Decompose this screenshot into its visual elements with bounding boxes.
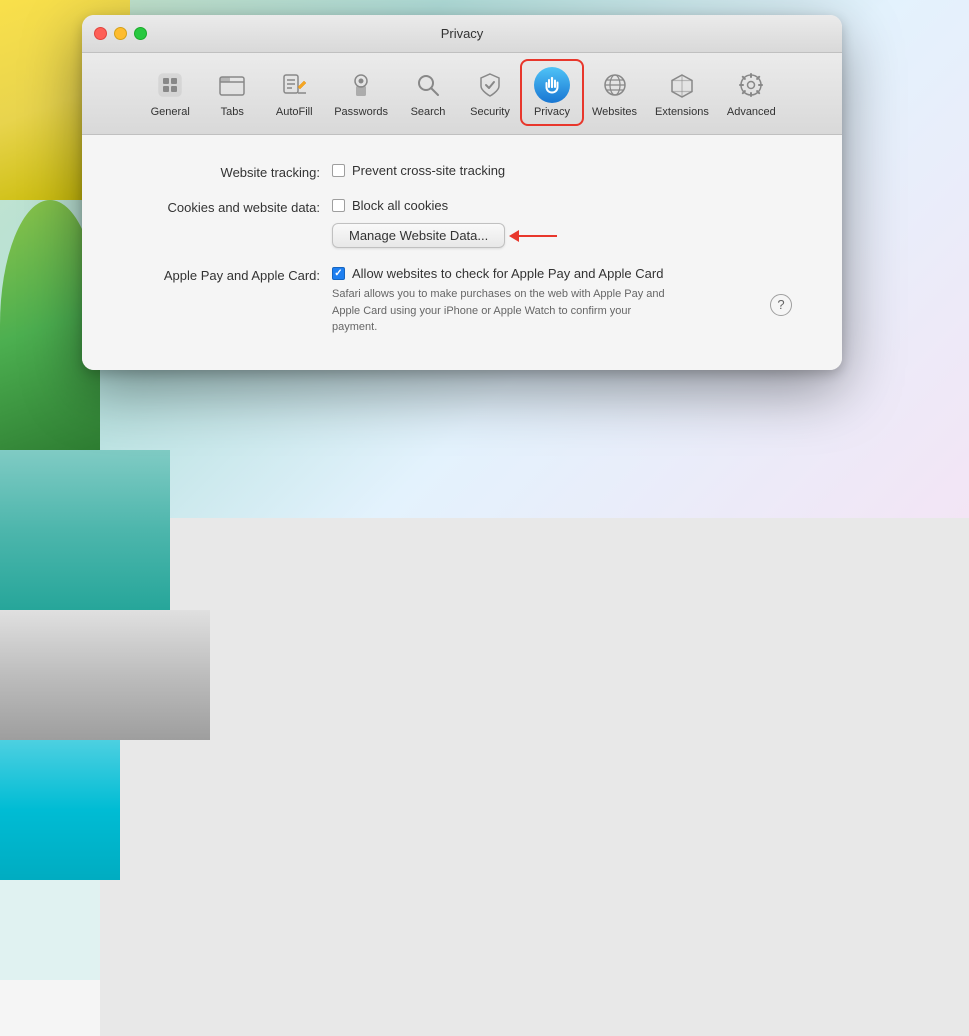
content-area: Website tracking: Prevent cross-site tra… <box>82 135 842 370</box>
block-cookies-label: Block all cookies <box>352 198 448 213</box>
bg-grid-top <box>0 880 100 980</box>
extensions-icon <box>664 67 700 103</box>
extensions-label: Extensions <box>655 106 709 118</box>
window-title: Privacy <box>441 26 484 41</box>
toolbar-item-autofill[interactable]: AutoFill <box>264 61 324 124</box>
title-bar: Privacy <box>82 15 842 53</box>
autofill-icon <box>276 67 312 103</box>
arrow-indicator <box>517 235 557 237</box>
close-button[interactable] <box>94 27 107 40</box>
cookies-controls: Block all cookies Manage Website Data... <box>332 198 557 248</box>
privacy-label: Privacy <box>534 106 570 118</box>
toolbar-item-websites[interactable]: Websites <box>584 61 645 124</box>
passwords-icon <box>343 67 379 103</box>
website-tracking-label: Website tracking: <box>112 163 332 180</box>
advanced-icon <box>733 67 769 103</box>
toolbar-item-security[interactable]: Security <box>460 61 520 124</box>
toolbar-item-advanced[interactable]: Advanced <box>719 61 784 124</box>
search-label: Search <box>411 106 446 118</box>
apple-pay-label: Apple Pay and Apple Card: <box>112 266 332 283</box>
apple-pay-checkbox-label: Allow websites to check for Apple Pay an… <box>352 266 663 281</box>
websites-icon <box>597 67 633 103</box>
security-icon <box>472 67 508 103</box>
bg-grid-bottom <box>0 980 100 1036</box>
apple-pay-checkbox-row: Allow websites to check for Apple Pay an… <box>332 266 672 281</box>
toolbar-item-extensions[interactable]: Extensions <box>647 61 717 124</box>
apple-pay-checkbox[interactable] <box>332 267 345 280</box>
prevent-tracking-checkbox[interactable] <box>332 164 345 177</box>
apple-pay-description: Safari allows you to make purchases on t… <box>332 286 672 336</box>
websites-label: Websites <box>592 106 637 118</box>
passwords-label: Passwords <box>334 106 388 118</box>
prevent-tracking-row: Prevent cross-site tracking <box>332 163 505 178</box>
toolbar-item-passwords[interactable]: Passwords <box>326 61 396 124</box>
bg-photo-keyboard <box>0 610 210 740</box>
manage-website-data-button[interactable]: Manage Website Data... <box>332 223 505 248</box>
preferences-window: Privacy General <box>82 15 842 370</box>
content-wrapper: Website tracking: Prevent cross-site tra… <box>112 163 812 336</box>
search-icon <box>410 67 446 103</box>
privacy-icon <box>534 67 570 103</box>
general-icon <box>152 67 188 103</box>
maximize-button[interactable] <box>134 27 147 40</box>
apple-pay-row: Apple Pay and Apple Card: Allow websites… <box>112 266 812 336</box>
bg-photo-teal-person <box>0 740 120 880</box>
security-label: Security <box>470 106 510 118</box>
help-button[interactable]: ? <box>770 294 792 316</box>
toolbar-item-search[interactable]: Search <box>398 61 458 124</box>
cookies-label: Cookies and website data: <box>112 198 332 215</box>
toolbar-item-privacy[interactable]: Privacy <box>522 61 582 124</box>
minimize-button[interactable] <box>114 27 127 40</box>
toolbar-item-tabs[interactable]: Tabs <box>202 61 262 124</box>
prevent-tracking-label: Prevent cross-site tracking <box>352 163 505 178</box>
autofill-label: AutoFill <box>276 106 313 118</box>
general-label: General <box>151 106 190 118</box>
bg-photo-teal-left <box>0 450 170 610</box>
cookies-row: Cookies and website data: Block all cook… <box>112 198 812 248</box>
toolbar: General Tabs <box>82 53 842 135</box>
website-tracking-controls: Prevent cross-site tracking <box>332 163 505 178</box>
toolbar-item-general[interactable]: General <box>140 61 200 124</box>
manage-btn-row: Manage Website Data... <box>332 223 557 248</box>
tabs-label: Tabs <box>221 106 244 118</box>
traffic-lights <box>94 27 147 40</box>
arrow-line <box>517 235 557 237</box>
tabs-icon <box>214 67 250 103</box>
apple-pay-controls: Allow websites to check for Apple Pay an… <box>332 266 672 336</box>
block-cookies-checkbox[interactable] <box>332 199 345 212</box>
website-tracking-row: Website tracking: Prevent cross-site tra… <box>112 163 812 180</box>
advanced-label: Advanced <box>727 106 776 118</box>
block-cookies-row: Block all cookies <box>332 198 557 213</box>
